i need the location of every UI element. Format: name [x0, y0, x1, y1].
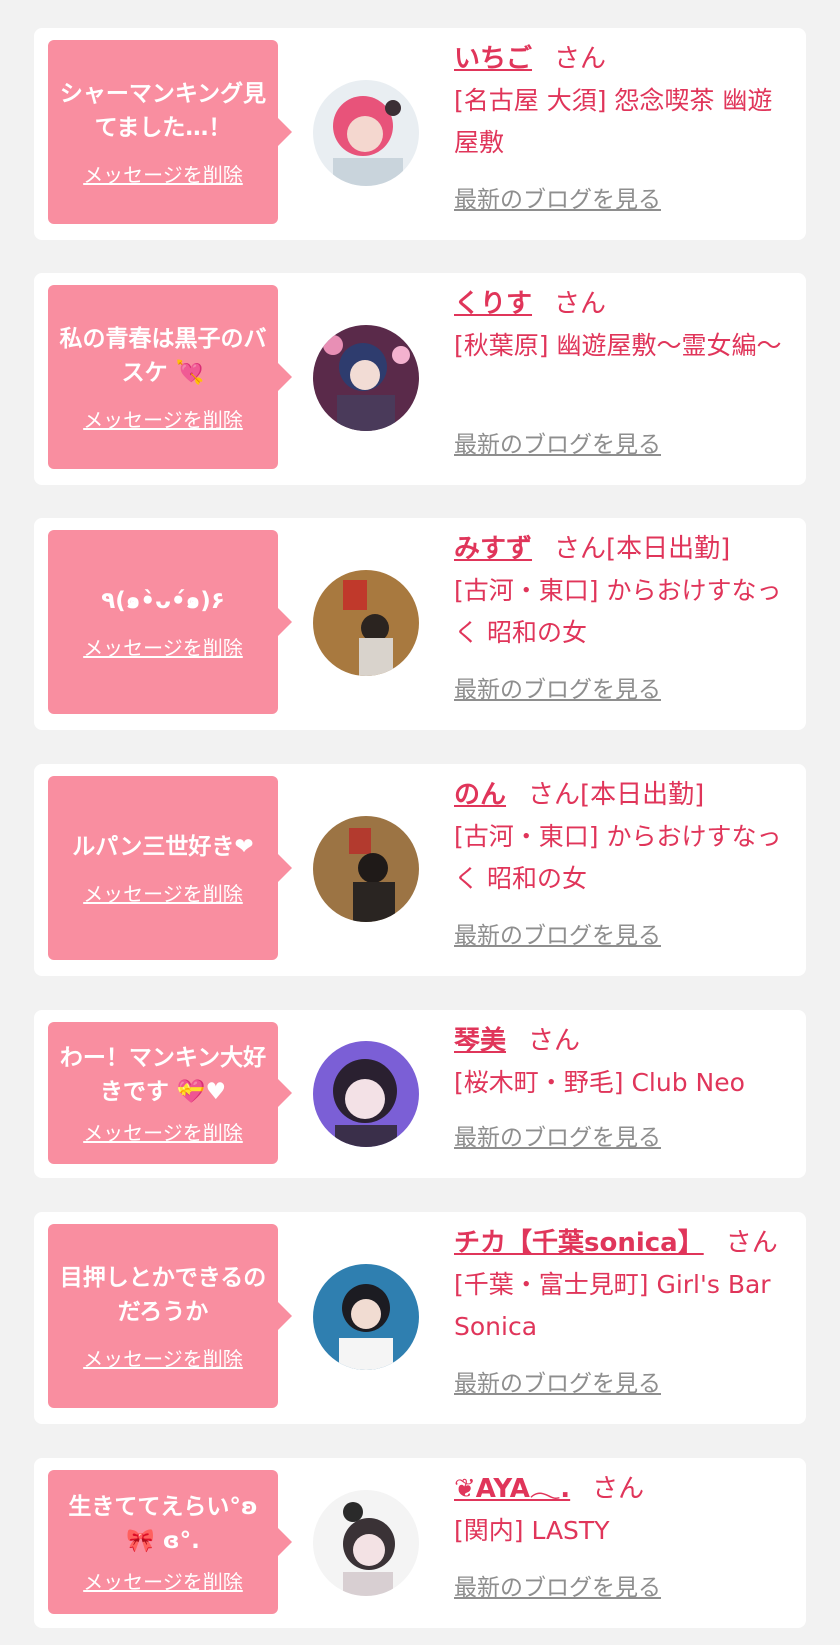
message-bubble: ルパン三世好き❤ メッセージを削除	[48, 776, 292, 960]
message-text: 生きててえらい°ʚ 🎀 ɞ°.	[68, 1493, 258, 1554]
message-list: シャーマンキング見てました…！ メッセージを削除 いちご さん [名古屋 大須] …	[0, 0, 840, 1645]
message-text: ٩(๑•̀ᴗ•́๑)۶	[101, 587, 225, 614]
profile-photo-icon	[313, 570, 419, 676]
honorific: さん	[554, 44, 607, 74]
list-item: 生きててえらい°ʚ 🎀 ɞ°. メッセージを削除 ❦AYA𓂃. さん [関内] L…	[34, 1458, 806, 1628]
list-item: シャーマンキング見てました…！ メッセージを削除 いちご さん [名古屋 大須] …	[34, 28, 806, 240]
latest-blog-link[interactable]: 最新のブログを見る	[454, 1118, 661, 1152]
cast-name-link[interactable]: くりす	[454, 289, 532, 319]
profile-photo-icon	[313, 816, 419, 922]
list-item: ルパン三世好き❤ メッセージを削除 のん さん[本日出勤] [古河・東口] からお…	[34, 764, 806, 976]
list-item: 私の青春は黒子のバスケ 💘 メッセージを削除 くりす さん [秋葉原] 幽遊屋敷〜…	[34, 273, 806, 485]
latest-blog-link[interactable]: 最新のブログを見る	[454, 1568, 661, 1602]
profile-photo-icon	[313, 1264, 419, 1370]
delete-message-link[interactable]: メッセージを削除	[83, 404, 243, 433]
shop-info: [古河・東口] からおけすなっく 昭和の女	[454, 822, 782, 893]
profile-photo-icon	[313, 80, 419, 186]
latest-blog-link[interactable]: 最新のブログを見る	[454, 1364, 661, 1398]
list-item: ٩(๑•̀ᴗ•́๑)۶ メッセージを削除 みすず さん[本日出勤] [古河・東口]…	[34, 518, 806, 730]
avatar[interactable]	[313, 1490, 419, 1596]
delete-message-link[interactable]: メッセージを削除	[83, 878, 243, 907]
message-text: ルパン三世好き❤	[72, 833, 254, 860]
delete-message-link[interactable]: メッセージを削除	[83, 1343, 243, 1372]
honorific: さん	[592, 1474, 645, 1504]
message-bubble: 私の青春は黒子のバスケ 💘 メッセージを削除	[48, 285, 292, 469]
avatar[interactable]	[313, 80, 419, 186]
avatar[interactable]	[313, 1264, 419, 1370]
cast-name-link[interactable]: のん	[454, 780, 506, 810]
shop-info: [関内] LASTY	[454, 1516, 610, 1545]
honorific: さん	[528, 780, 581, 810]
latest-blog-link[interactable]: 最新のブログを見る	[454, 425, 661, 459]
delete-message-link[interactable]: メッセージを削除	[83, 1117, 243, 1146]
message-bubble: 目押しとかできるのだろうか メッセージを削除	[48, 1224, 292, 1408]
latest-blog-link[interactable]: 最新のブログを見る	[454, 180, 661, 214]
profile-photo-icon	[313, 1490, 419, 1596]
message-text: わー！マンキン大好きです 💝♥	[59, 1044, 267, 1105]
list-item: わー！マンキン大好きです 💝♥ メッセージを削除 琴美 さん [桜木町・野毛] C…	[34, 1010, 806, 1178]
cast-name-link[interactable]: いちご	[454, 44, 532, 74]
honorific: さん	[528, 1026, 581, 1056]
cast-name-link[interactable]: チカ【千葉sonica】	[454, 1228, 704, 1258]
latest-blog-link[interactable]: 最新のブログを見る	[454, 670, 661, 704]
message-text: シャーマンキング見てました…！	[59, 80, 267, 141]
honorific: さん	[725, 1228, 778, 1258]
message-bubble: シャーマンキング見てました…！ メッセージを削除	[48, 40, 292, 224]
profile-photo-icon	[313, 325, 419, 431]
delete-message-link[interactable]: メッセージを削除	[83, 159, 243, 188]
avatar[interactable]	[313, 325, 419, 431]
avatar[interactable]	[313, 1041, 419, 1147]
avatar[interactable]	[313, 570, 419, 676]
cast-name-link[interactable]: ❦AYA𓂃.	[454, 1474, 570, 1504]
shop-info: [古河・東口] からおけすなっく 昭和の女	[454, 576, 782, 647]
message-bubble: ٩(๑•̀ᴗ•́๑)۶ メッセージを削除	[48, 530, 292, 714]
message-text: 目押しとかできるのだろうか	[59, 1264, 267, 1325]
status-badge: [本日出勤]	[606, 534, 731, 564]
delete-message-link[interactable]: メッセージを削除	[83, 1566, 243, 1595]
message-bubble: わー！マンキン大好きです 💝♥ メッセージを削除	[48, 1022, 292, 1164]
shop-info: [千葉・富士見町] Girl's Bar Sonica	[454, 1270, 771, 1341]
honorific: さん	[554, 289, 607, 319]
shop-info: [名古屋 大須] 怨念喫茶 幽遊屋敷	[454, 86, 773, 157]
honorific: さん	[554, 534, 607, 564]
message-bubble: 生きててえらい°ʚ 🎀 ɞ°. メッセージを削除	[48, 1470, 292, 1614]
cast-name-link[interactable]: みすず	[454, 534, 532, 564]
shop-info: [秋葉原] 幽遊屋敷〜霊女編〜	[454, 331, 782, 360]
cast-name-link[interactable]: 琴美	[454, 1026, 506, 1056]
list-item: 目押しとかできるのだろうか メッセージを削除 チカ【千葉sonica】 さん [千…	[34, 1212, 806, 1424]
shop-info: [桜木町・野毛] Club Neo	[454, 1068, 745, 1097]
message-text: 私の青春は黒子のバスケ 💘	[59, 325, 267, 386]
profile-photo-icon	[313, 1041, 419, 1147]
latest-blog-link[interactable]: 最新のブログを見る	[454, 916, 661, 950]
avatar[interactable]	[313, 816, 419, 922]
delete-message-link[interactable]: メッセージを削除	[83, 632, 243, 661]
status-badge: [本日出勤]	[580, 780, 705, 810]
